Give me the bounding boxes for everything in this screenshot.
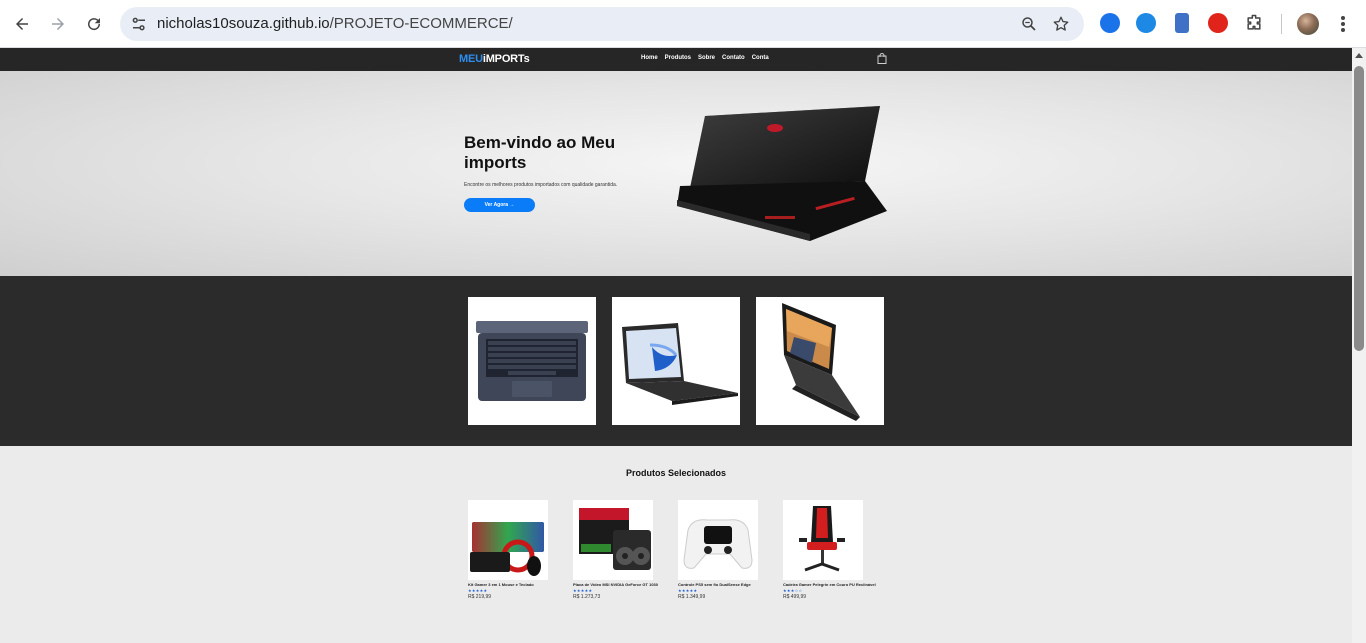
featured-gallery bbox=[0, 276, 1352, 446]
extension-phone-icon[interactable] bbox=[1175, 13, 1189, 33]
scroll-up-icon[interactable] bbox=[1355, 53, 1363, 58]
product-rating: ★★★★★ bbox=[678, 588, 698, 593]
site-info-icon[interactable] bbox=[130, 15, 148, 33]
product-name: Placa de Vídeo MSI NVIDIA GeForce GT 103… bbox=[573, 582, 658, 587]
page-viewport: MEUiMPORTs Home Produtos Sobre Contato C… bbox=[0, 48, 1352, 643]
site-logo[interactable]: MEUiMPORTs bbox=[459, 53, 530, 65]
hero-subtitle: Encontre os melhores produtos importados… bbox=[464, 182, 618, 188]
products-section: Produtos Selecionados Kit Gamer 3 em 1 M… bbox=[0, 446, 1352, 643]
zoom-icon[interactable] bbox=[1020, 15, 1038, 33]
product-card[interactable]: Cadeira Gamer Pelegrin em Couro PU Recli… bbox=[783, 500, 878, 600]
hero-title: Bem-vindo ao Meu imports bbox=[464, 133, 616, 172]
product-card[interactable]: Controle PS5 sem fio DualSense Edge ★★★★… bbox=[678, 500, 773, 600]
hero-banner: Bem-vindo ao Meu imports Encontre os mel… bbox=[0, 71, 1352, 276]
product-name: Cadeira Gamer Pelegrin em Couro PU Recli… bbox=[783, 582, 876, 587]
product-rating: ★★★★★ bbox=[573, 588, 593, 593]
menu-produtos[interactable]: Produtos bbox=[665, 55, 691, 61]
product-image bbox=[573, 500, 653, 580]
back-button[interactable] bbox=[10, 12, 34, 36]
menu-conta[interactable]: Conta bbox=[752, 55, 769, 61]
product-card[interactable]: Placa de Vídeo MSI NVIDIA GeForce GT 103… bbox=[573, 500, 668, 600]
product-card[interactable]: Kit Gamer 3 em 1 Mouse e Teclado ★★★★★ R… bbox=[468, 500, 563, 600]
extension-adblock-icon[interactable] bbox=[1208, 13, 1228, 33]
toolbar-divider bbox=[1281, 14, 1282, 34]
gallery-laptop-2[interactable] bbox=[612, 297, 740, 425]
product-name: Kit Gamer 3 em 1 Mouse e Teclado bbox=[468, 582, 534, 587]
ver-agora-button[interactable]: Ver Agora → bbox=[464, 198, 535, 212]
page-scrollbar[interactable] bbox=[1352, 48, 1366, 643]
product-price: R$ 219,99 bbox=[468, 594, 492, 600]
arrow-right-icon bbox=[52, 18, 64, 30]
extension-translate-icon[interactable] bbox=[1136, 13, 1156, 33]
profile-avatar[interactable] bbox=[1297, 13, 1319, 35]
scrollbar-thumb[interactable] bbox=[1354, 66, 1364, 351]
menu-contato[interactable]: Contato bbox=[722, 55, 745, 61]
shopping-bag-icon[interactable] bbox=[877, 53, 887, 64]
site-navbar: MEUiMPORTs Home Produtos Sobre Contato C… bbox=[0, 48, 1352, 71]
logo-meu: MEU bbox=[459, 53, 483, 65]
menu-home[interactable]: Home bbox=[641, 55, 658, 61]
bookmark-star-icon[interactable] bbox=[1052, 15, 1070, 33]
browser-menu-icon[interactable] bbox=[1336, 14, 1350, 34]
laptop-image bbox=[622, 323, 738, 405]
gallery-laptop-1[interactable] bbox=[468, 297, 596, 425]
extensions-puzzle-icon[interactable] bbox=[1244, 13, 1264, 33]
reload-button[interactable] bbox=[82, 12, 106, 36]
arrow-left-icon bbox=[16, 18, 28, 30]
forward-button[interactable] bbox=[46, 12, 70, 36]
product-image bbox=[678, 500, 758, 580]
url-path: /PROJETO-ECOMMERCE/ bbox=[329, 15, 513, 32]
product-price: R$ 1.273,73 bbox=[573, 594, 601, 600]
product-name: Controle PS5 sem fio DualSense Edge bbox=[678, 582, 751, 587]
url-host: nicholas10souza.github.io bbox=[157, 15, 330, 32]
menu-sobre[interactable]: Sobre bbox=[698, 55, 715, 61]
product-image bbox=[468, 500, 548, 580]
hero-laptop-image bbox=[677, 106, 887, 241]
gallery-laptop-3[interactable] bbox=[756, 297, 884, 425]
address-bar[interactable]: nicholas10souza.github.io/PROJETO-ECOMME… bbox=[120, 7, 1084, 41]
products-heading: Produtos Selecionados bbox=[625, 468, 727, 478]
laptop-image bbox=[782, 303, 860, 421]
product-price: R$ 499,99 bbox=[783, 594, 807, 600]
extension-sync-icon[interactable] bbox=[1100, 13, 1120, 33]
product-price: R$ 1.349,99 bbox=[678, 594, 706, 600]
browser-toolbar: nicholas10souza.github.io/PROJETO-ECOMME… bbox=[0, 0, 1366, 48]
reload-icon bbox=[88, 18, 101, 31]
logo-imports: iMPORTs bbox=[482, 53, 530, 65]
product-rating: ★★★☆☆ bbox=[783, 588, 803, 593]
product-rating: ★★★★★ bbox=[468, 588, 488, 593]
product-image bbox=[783, 500, 863, 580]
site-menu: Home Produtos Sobre Contato Conta bbox=[641, 55, 769, 61]
laptop-image bbox=[476, 321, 588, 401]
url-text[interactable]: nicholas10souza.github.io/PROJETO-ECOMME… bbox=[157, 15, 513, 32]
